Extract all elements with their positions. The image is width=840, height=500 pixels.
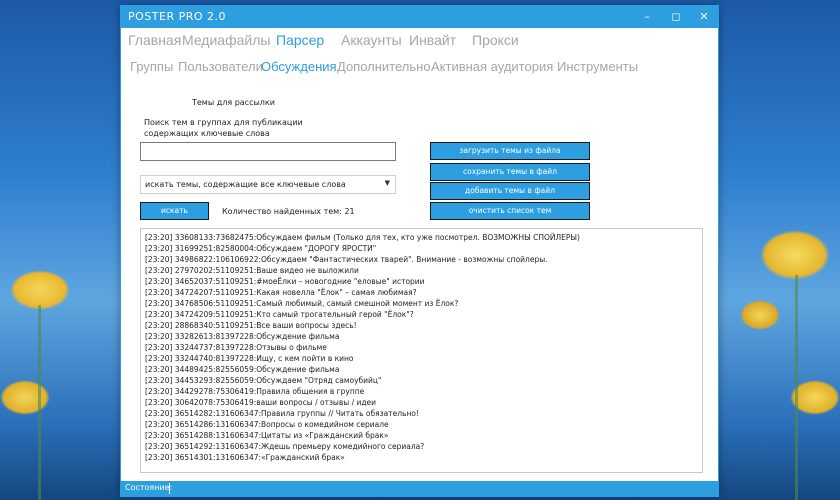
add-topics-button[interactable]: добавить темы в файл <box>430 182 590 200</box>
maximize-button[interactable]: ◻ <box>662 6 690 28</box>
topics-log[interactable]: [23:20] 33608133:73682475:Обсуждаем филь… <box>140 228 703 473</box>
found-count-label: Количество найденных тем: 21 <box>222 207 355 216</box>
section-title: Темы для рассылки <box>192 98 275 107</box>
description-line-1: Поиск тем в группах для публикации <box>144 118 303 127</box>
status-divider <box>169 483 170 494</box>
log-line: [23:20] 36514286:131606347:Вопросы о ком… <box>145 420 389 429</box>
status-label: Состояние: <box>125 483 173 492</box>
log-line: [23:20] 34724207:51109251:Какая новелла … <box>145 288 417 297</box>
stem-decoration <box>795 275 798 500</box>
log-line: [23:20] 33244737:81397228:Отзывы о фильм… <box>145 343 327 352</box>
close-button[interactable]: ✕ <box>690 6 718 28</box>
search-button[interactable]: искать <box>140 202 209 220</box>
log-line: [23:20] 33608133:73682475:Обсуждаем филь… <box>145 233 580 242</box>
menu-item-parser[interactable]: Парсер <box>276 32 324 48</box>
menu-item-home[interactable]: Главная <box>128 32 181 48</box>
app-window: POSTER PRO 2.0 – ◻ ✕ Главная Медиафайлы … <box>120 5 719 497</box>
search-mode-select[interactable]: искать темы, содержащие все ключевые сло… <box>140 175 396 194</box>
log-line: [23:20] 36514301:131606347:«Гражданский … <box>145 453 345 462</box>
menu-item-invite[interactable]: Инвайт <box>409 32 456 48</box>
log-line: [23:20] 31699251:82580004:Обсуждаем "ДОР… <box>145 244 377 253</box>
flower-decoration <box>0 380 50 415</box>
menu-item-media[interactable]: Медиафайлы <box>182 32 270 48</box>
submenu-item-groups[interactable]: Группы <box>130 59 173 74</box>
submenu-item-tools[interactable]: Инструменты <box>557 59 638 74</box>
description-line-2: содержащих ключевые слова <box>144 129 270 138</box>
log-line: [23:20] 28868340:51109251:Все ваши вопро… <box>145 321 357 330</box>
search-mode-value: искать темы, содержащие все ключевые сло… <box>145 180 346 189</box>
status-bar: Состояние: <box>121 481 718 496</box>
flower-decoration <box>740 300 780 330</box>
log-line: [23:20] 34453293:82556059:Обсуждаем "Отр… <box>145 376 382 385</box>
log-line: [23:20] 34768506:51109251:Самый любимый,… <box>145 299 459 308</box>
log-line: [23:20] 36514288:131606347:Цитаты из «Гр… <box>145 431 389 440</box>
log-line: [23:20] 34652037:51109251:#моеЁлки – нов… <box>145 277 425 286</box>
flower-decoration <box>760 230 830 280</box>
log-line: [23:20] 27970202:51109251:Ваше видео не … <box>145 266 359 275</box>
flower-decoration <box>10 270 70 310</box>
log-line: [23:20] 34489425:82556059:Обсуждение фил… <box>145 365 340 374</box>
log-line: [23:20] 34724209:51109251:Кто самый трог… <box>145 310 414 319</box>
log-line: [23:20] 36514282:131606347:Правила групп… <box>145 409 419 418</box>
minimize-button[interactable]: – <box>633 6 661 28</box>
submenu-item-active-audience[interactable]: Активная аудитория <box>431 59 553 74</box>
submenu-item-users[interactable]: Пользователи <box>178 59 263 74</box>
menu-item-accounts[interactable]: Аккаунты <box>341 32 402 48</box>
submenu-item-additional[interactable]: Дополнительно <box>337 59 431 74</box>
log-line: [23:20] 33282613:81397228:Обсуждение фил… <box>145 332 340 341</box>
stem-decoration <box>38 305 41 500</box>
chevron-down-icon: ▼ <box>384 179 390 187</box>
log-line: [23:20] 33244740:81397228:Ищу, с кем пой… <box>145 354 354 363</box>
log-line: [23:20] 34986822:106106922:Обсуждаем "Фа… <box>145 255 548 264</box>
window-title: POSTER PRO 2.0 <box>128 10 227 23</box>
log-line: [23:20] 30642078:75306419:ваши вопросы /… <box>145 398 377 407</box>
clear-topics-button[interactable]: очистить список тем <box>430 202 590 220</box>
log-line: [23:20] 36514292:131606347:Ждешь премьер… <box>145 442 425 451</box>
keywords-input[interactable] <box>140 142 396 161</box>
menu-item-proxy[interactable]: Прокси <box>472 32 519 48</box>
load-topics-button[interactable]: загрузить темы из файла <box>430 142 590 160</box>
log-line: [23:20] 34429278:75306419:Правила общени… <box>145 387 365 396</box>
submenu-item-discussions[interactable]: Обсуждения <box>261 59 337 74</box>
save-topics-button[interactable]: сохранить темы в файл <box>430 163 590 181</box>
title-bar[interactable]: POSTER PRO 2.0 – ◻ ✕ <box>121 6 718 28</box>
